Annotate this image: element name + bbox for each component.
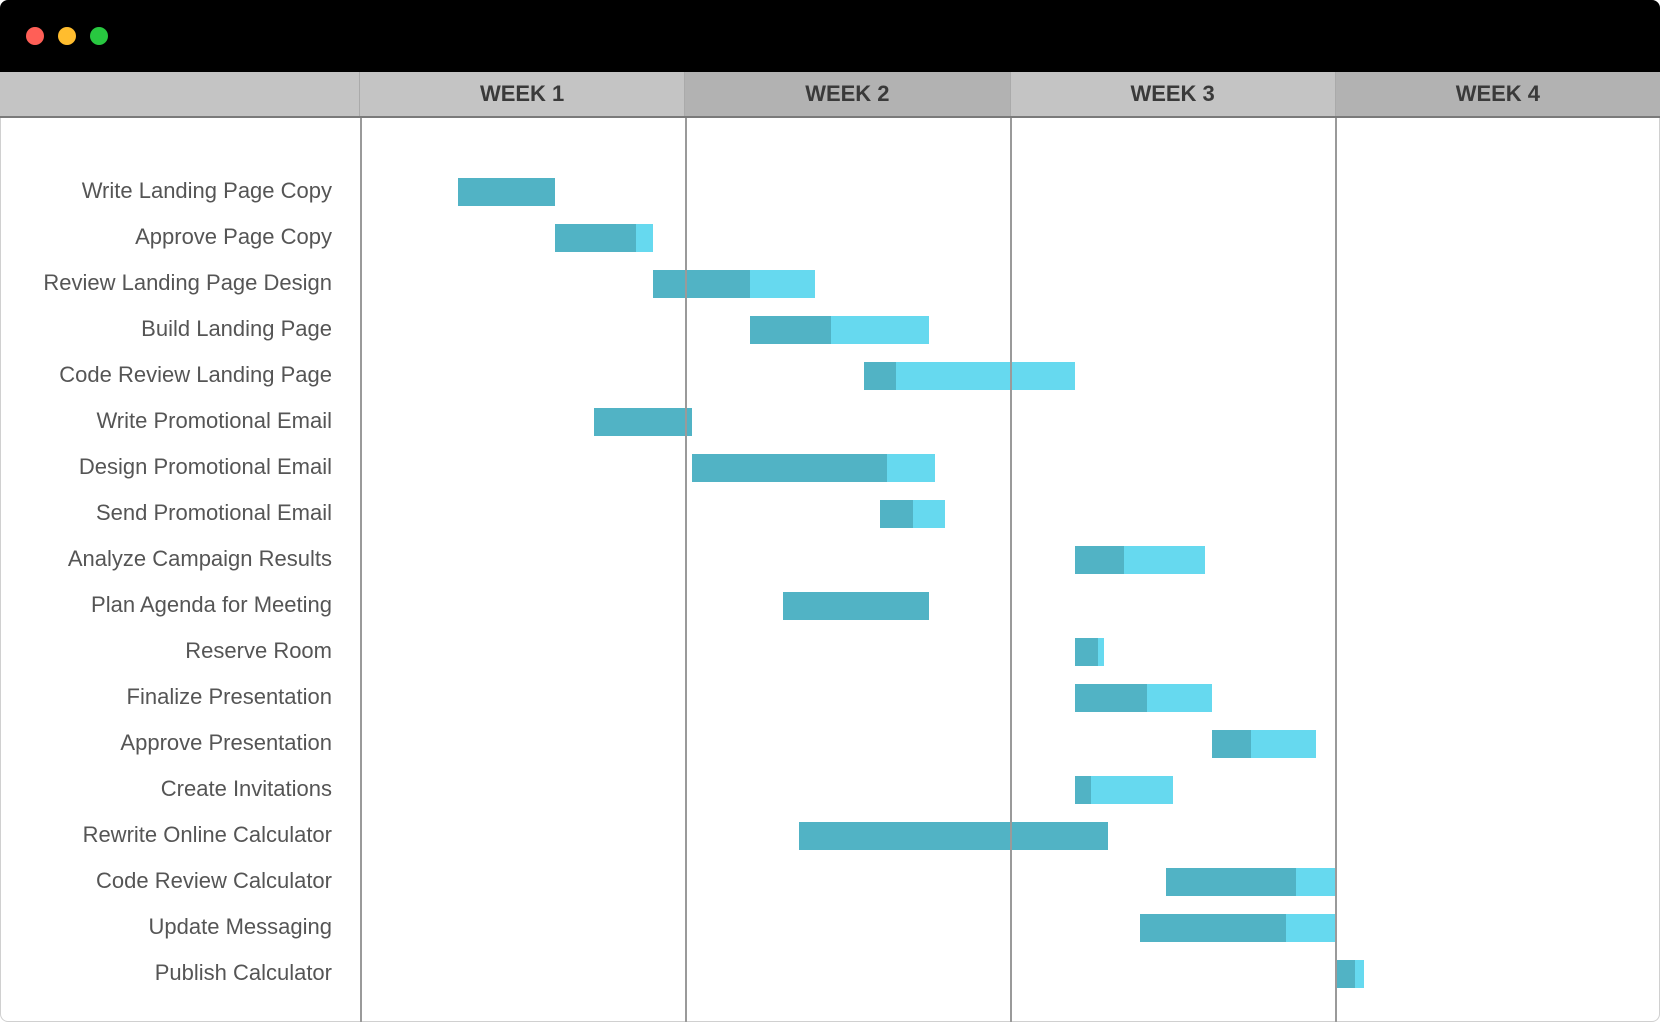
task-label: Write Promotional Email <box>0 398 360 444</box>
week-header-2: WEEK 2 <box>685 72 1010 116</box>
gantt-bar-completed <box>1075 638 1098 666</box>
gantt-bar-completed <box>1140 914 1286 942</box>
gantt-bar-remaining <box>1098 638 1105 666</box>
gantt-bar[interactable] <box>1140 914 1335 942</box>
gantt-bar-remaining <box>1286 914 1335 942</box>
gantt-bar[interactable] <box>750 316 929 344</box>
task-labels-column: Write Landing Page CopyApprove Page Copy… <box>0 168 360 996</box>
gantt-bar[interactable] <box>1335 960 1364 988</box>
titlebar <box>0 0 1660 72</box>
gantt-bar[interactable] <box>864 362 1075 390</box>
gantt-bar[interactable] <box>692 454 936 482</box>
gantt-bar-remaining <box>1124 546 1205 574</box>
gantt-bar-completed <box>750 316 831 344</box>
gantt-bar[interactable] <box>783 592 929 620</box>
gantt-bar[interactable] <box>594 408 692 436</box>
grid-line <box>360 118 362 1022</box>
grid-line <box>1335 118 1337 1022</box>
gantt-bar-completed <box>1075 546 1124 574</box>
task-label: Build Landing Page <box>0 306 360 352</box>
task-label: Finalize Presentation <box>0 674 360 720</box>
gantt-bar-completed <box>1166 868 1296 896</box>
gantt-bar[interactable] <box>1075 684 1212 712</box>
week-header-3: WEEK 3 <box>1011 72 1336 116</box>
gantt-bar-remaining <box>1296 868 1335 896</box>
task-label: Code Review Calculator <box>0 858 360 904</box>
minimize-icon[interactable] <box>58 27 76 45</box>
gantt-bar[interactable] <box>880 500 945 528</box>
gantt-bar-completed <box>1075 684 1147 712</box>
zoom-icon[interactable] <box>90 27 108 45</box>
week-header-4: WEEK 4 <box>1336 72 1660 116</box>
task-label: Code Review Landing Page <box>0 352 360 398</box>
gantt-bar-remaining <box>636 224 652 252</box>
grid-line <box>685 118 687 1022</box>
task-label: Approve Presentation <box>0 720 360 766</box>
close-icon[interactable] <box>26 27 44 45</box>
task-label: Publish Calculator <box>0 950 360 996</box>
task-label: Analyze Campaign Results <box>0 536 360 582</box>
gantt-bar[interactable] <box>1075 638 1104 666</box>
task-label: Rewrite Online Calculator <box>0 812 360 858</box>
gantt-bar-remaining <box>750 270 815 298</box>
grid-line <box>1010 118 1012 1022</box>
task-label: Create Invitations <box>0 766 360 812</box>
gantt-bar-remaining <box>1091 776 1172 804</box>
gantt-bar[interactable] <box>1075 546 1205 574</box>
gantt-bar[interactable] <box>1212 730 1316 758</box>
gantt-bar-completed <box>653 270 751 298</box>
gantt-bar-remaining <box>913 500 946 528</box>
task-label: Reserve Room <box>0 628 360 674</box>
gantt-bar-completed <box>799 822 1108 850</box>
gantt-bar-remaining <box>1355 960 1365 988</box>
task-label: Update Messaging <box>0 904 360 950</box>
gantt-bar[interactable] <box>1075 776 1173 804</box>
gantt-bar-completed <box>864 362 897 390</box>
gantt-bar-completed <box>1335 960 1355 988</box>
gantt-bar-completed <box>458 178 556 206</box>
week-header-row: WEEK 1 WEEK 2 WEEK 3 WEEK 4 <box>0 72 1660 118</box>
gantt-bar-completed <box>555 224 636 252</box>
week-header-1: WEEK 1 <box>360 72 685 116</box>
gantt-bar-remaining <box>1147 684 1212 712</box>
gantt-bar[interactable] <box>555 224 653 252</box>
gantt-bar-remaining <box>831 316 929 344</box>
gantt-bar-remaining <box>1251 730 1316 758</box>
task-label: Plan Agenda for Meeting <box>0 582 360 628</box>
gantt-bar-completed <box>1212 730 1251 758</box>
task-label: Approve Page Copy <box>0 214 360 260</box>
gantt-bar-completed <box>692 454 887 482</box>
task-label: Review Landing Page Design <box>0 260 360 306</box>
gantt-chart: Write Landing Page CopyApprove Page Copy… <box>0 118 1660 1022</box>
task-label: Write Landing Page Copy <box>0 168 360 214</box>
gantt-bar[interactable] <box>653 270 816 298</box>
gantt-bar[interactable] <box>1166 868 1335 896</box>
gantt-bar-remaining <box>887 454 936 482</box>
mac-window: WEEK 1 WEEK 2 WEEK 3 WEEK 4 Write Landin… <box>0 0 1660 1022</box>
gantt-bar-completed <box>594 408 692 436</box>
gantt-bar[interactable] <box>458 178 556 206</box>
gantt-bar-completed <box>783 592 929 620</box>
gantt-bar-completed <box>880 500 913 528</box>
task-label: Send Promotional Email <box>0 490 360 536</box>
gantt-bar[interactable] <box>799 822 1108 850</box>
gantt-bar-completed <box>1075 776 1091 804</box>
header-spacer <box>0 72 360 116</box>
task-label: Design Promotional Email <box>0 444 360 490</box>
gantt-bar-remaining <box>896 362 1075 390</box>
